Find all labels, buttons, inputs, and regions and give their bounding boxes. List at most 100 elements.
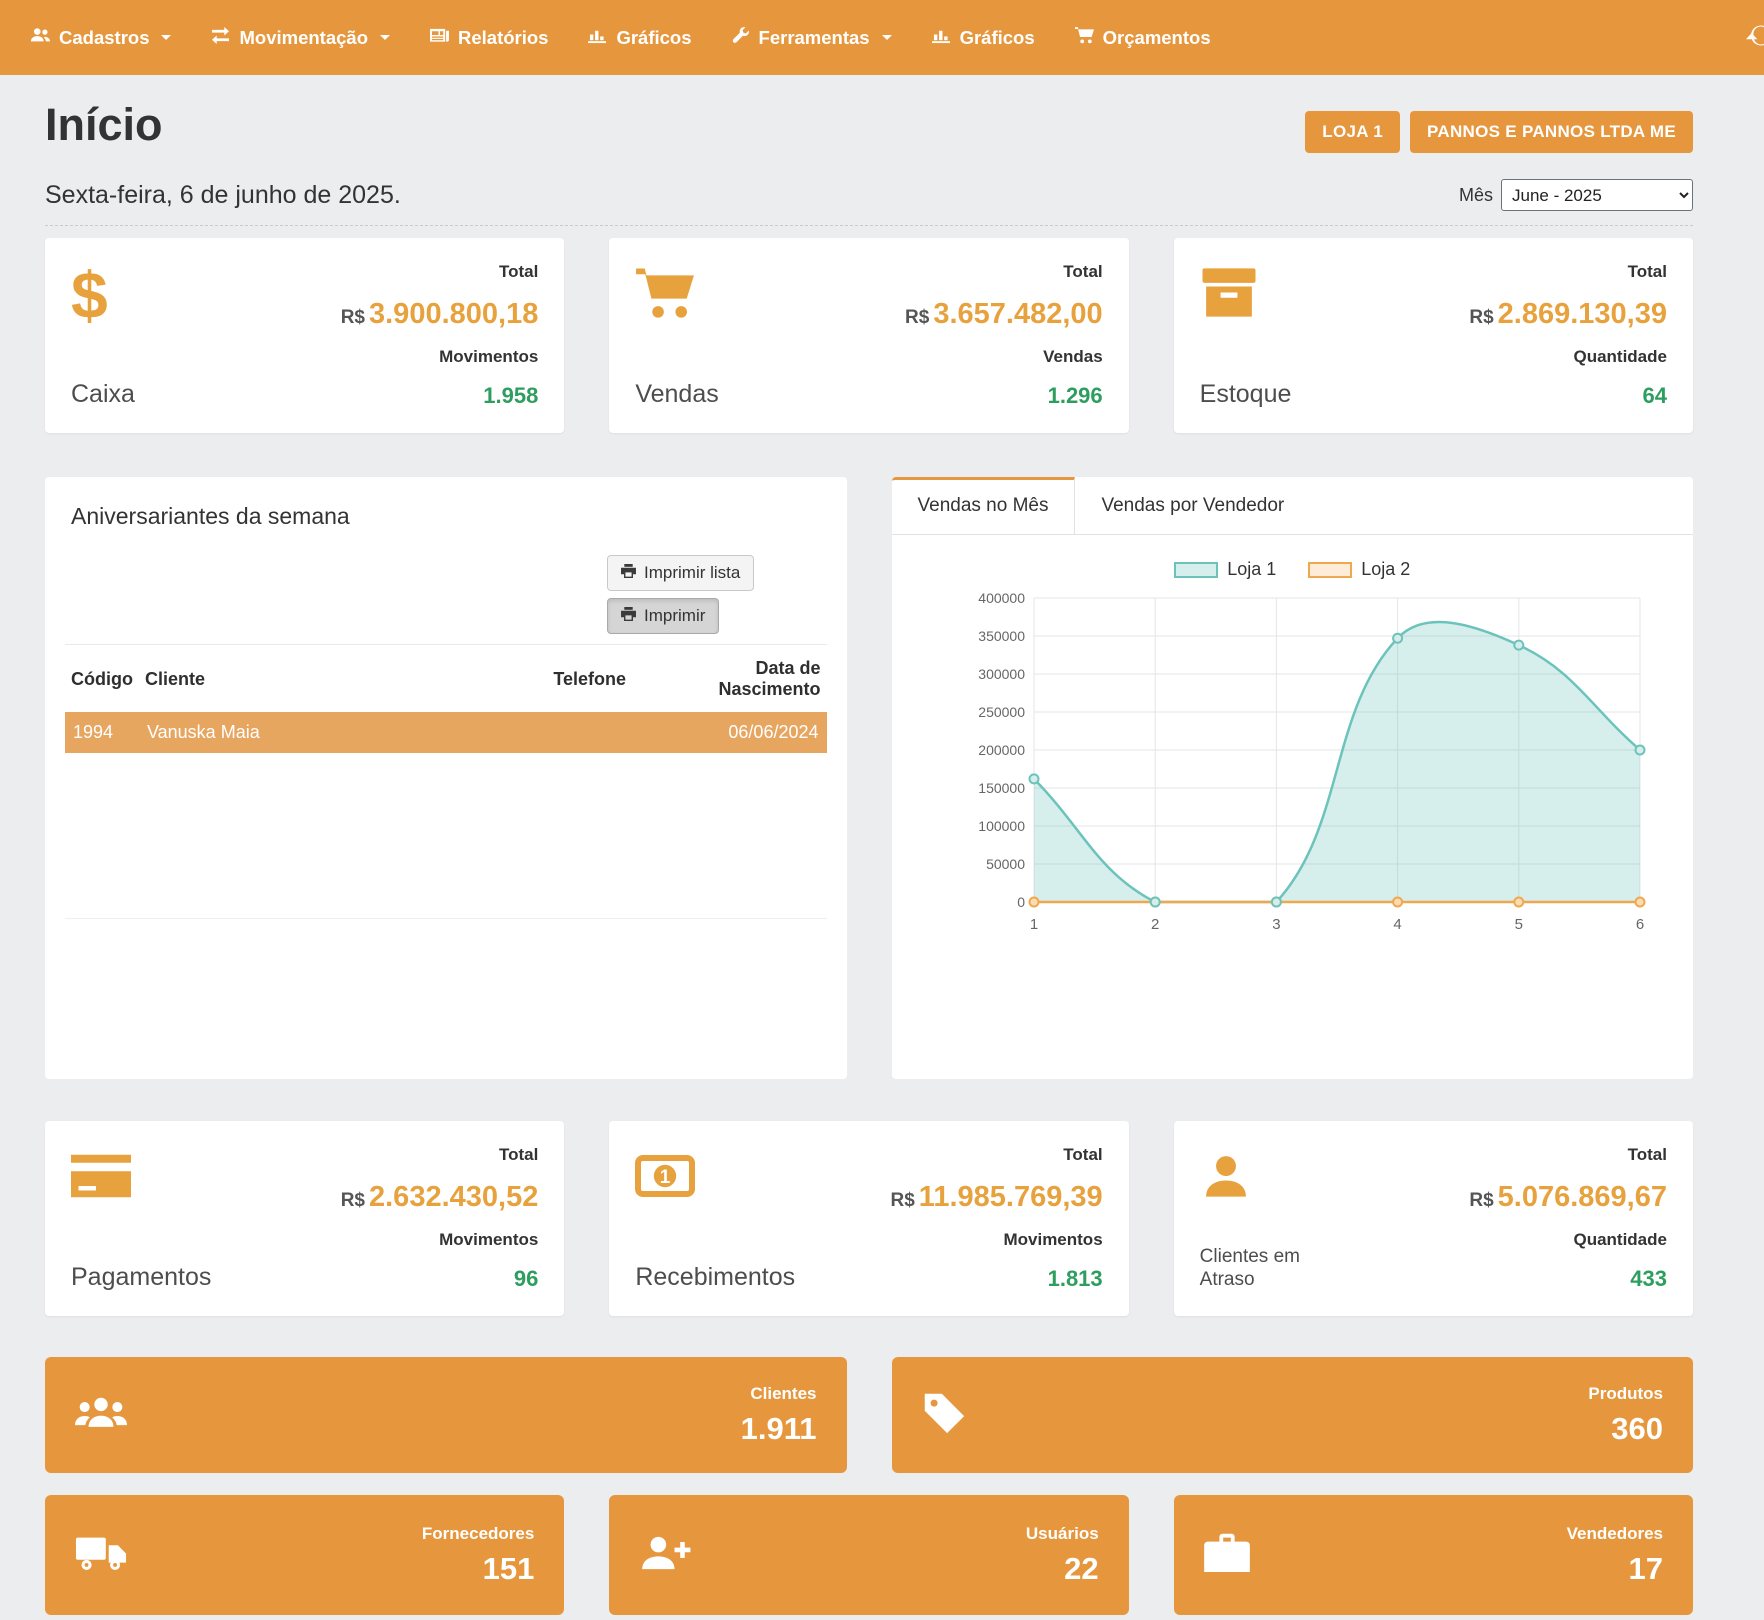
tag-icon: [922, 1391, 966, 1440]
count-label: Quantidade: [1573, 1230, 1667, 1250]
stat-card-name: Pagamentos: [71, 1263, 211, 1292]
svg-text:250000: 250000: [979, 704, 1026, 720]
print-list-button[interactable]: Imprimir lista: [607, 555, 754, 591]
birthdays-panel: Aniversariantes da semana Imprimir lista…: [45, 477, 847, 1079]
banner-value: 17: [1629, 1551, 1663, 1587]
total-label: Total: [1628, 1145, 1667, 1165]
archive-icon: [1200, 266, 1258, 324]
month-select[interactable]: June - 2025: [1501, 179, 1693, 211]
printer-icon: [621, 563, 636, 583]
total-label: Total: [1063, 262, 1102, 282]
chart-legend: Loja 1 Loja 2: [1174, 559, 1410, 580]
stat-card-vendas: Vendas Total R$3.657.482,00 Vendas 1.296: [609, 238, 1128, 433]
chevron-down-icon: [380, 35, 390, 40]
stat-card-caixa: $ Caixa Total R$3.900.800,18 Movimentos …: [45, 238, 564, 433]
nav-item-orcamentos[interactable]: Orçamentos: [1075, 26, 1211, 49]
count-label: Vendas: [1043, 347, 1103, 367]
month-label: Mês: [1459, 185, 1493, 206]
print-button[interactable]: Imprimir: [607, 598, 719, 634]
total-value: R$3.657.482,00: [905, 298, 1103, 331]
total-value: R$11.985.769,39: [891, 1181, 1103, 1214]
svg-text:5: 5: [1515, 916, 1523, 933]
tab-vendas-no-mes[interactable]: Vendas no Mês: [892, 477, 1076, 534]
svg-text:200000: 200000: [979, 742, 1026, 758]
chevron-down-icon: [161, 35, 171, 40]
users-icon: [30, 26, 50, 49]
count-label: Movimentos: [439, 347, 538, 367]
banner-produtos[interactable]: Produtos 360: [892, 1357, 1694, 1473]
banner-label: Usuários: [1026, 1524, 1099, 1544]
cell-phone: [547, 712, 653, 753]
count-label: Movimentos: [1003, 1230, 1102, 1250]
svg-text:50000: 50000: [986, 856, 1025, 872]
column-header-codigo: Código: [65, 645, 139, 713]
column-header-cliente: Cliente: [139, 645, 547, 713]
nav-item-relatorios[interactable]: Relatórios: [430, 27, 548, 49]
stat-card-pagamentos: Pagamentos Total R$2.632.430,52 Moviment…: [45, 1121, 564, 1316]
nav-item-label: Movimentação: [239, 27, 368, 49]
dollar-icon: $: [71, 262, 108, 328]
svg-text:1: 1: [1030, 916, 1038, 933]
column-header-telefone: Telefone: [547, 645, 653, 713]
banner-vendedores[interactable]: Vendedores 17: [1174, 1495, 1693, 1615]
sales-tabs: Vendas no Mês Vendas por Vendedor: [892, 477, 1694, 535]
company-button[interactable]: PANNOS E PANNOS LTDA ME: [1410, 111, 1693, 153]
banner-fornecedores[interactable]: Fornecedores 151: [45, 1495, 564, 1615]
legend-loja1[interactable]: Loja 1: [1174, 559, 1276, 580]
current-date: Sexta-feira, 6 de junho de 2025.: [45, 181, 401, 210]
svg-text:400000: 400000: [979, 590, 1026, 606]
money-bill-icon: 1: [635, 1155, 695, 1202]
credit-card-icon: [71, 1154, 131, 1203]
banner-value: 1.911: [741, 1411, 817, 1447]
nav-item-cadastros[interactable]: Cadastros: [30, 26, 171, 49]
stat-card-name: Recebimentos: [635, 1263, 795, 1292]
stat-card-recebimentos: 1 Recebimentos Total R$11.985.769,39 Mov…: [609, 1121, 1128, 1316]
banner-clientes[interactable]: Clientes 1.911: [45, 1357, 847, 1473]
total-label: Total: [499, 1145, 538, 1165]
total-value: R$3.900.800,18: [341, 298, 539, 331]
sales-line-chart: 0500001000001500002000002500003000003500…: [934, 582, 1650, 948]
stat-card-estoque: Estoque Total R$2.869.130,39 Quantidade …: [1174, 238, 1693, 433]
wrench-icon: [732, 26, 750, 49]
legend-swatch-loja2: [1308, 562, 1352, 578]
sync-icon[interactable]: [1746, 20, 1764, 55]
legend-label: Loja 1: [1227, 559, 1276, 580]
svg-text:6: 6: [1636, 916, 1644, 933]
nav-item-label: Orçamentos: [1103, 27, 1211, 49]
table-row[interactable]: 1994 Vanuska Maia 06/06/2024: [65, 712, 827, 753]
nav-item-movimentacao[interactable]: Movimentação: [211, 27, 390, 49]
total-label: Total: [1063, 1145, 1102, 1165]
banner-label: Clientes: [750, 1384, 816, 1404]
count-label: Movimentos: [439, 1230, 538, 1250]
cell-client: Vanuska Maia: [139, 712, 547, 753]
svg-text:0: 0: [1017, 894, 1025, 910]
legend-loja2[interactable]: Loja 2: [1308, 559, 1410, 580]
nav-item-graficos-2[interactable]: Gráficos: [932, 27, 1035, 49]
nav-item-label: Ferramentas: [759, 27, 870, 49]
cart-icon: [635, 265, 695, 325]
nav-item-ferramentas[interactable]: Ferramentas: [732, 26, 892, 49]
count-value: 64: [1643, 383, 1667, 409]
tab-vendas-por-vendedor[interactable]: Vendas por Vendedor: [1075, 477, 1310, 534]
date-row: Sexta-feira, 6 de junho de 2025. Mês Jun…: [45, 179, 1693, 226]
exchange-icon: [211, 27, 230, 49]
birthdays-table: Código Cliente Telefone Data de Nascimen…: [65, 644, 827, 753]
banner-value: 151: [483, 1551, 535, 1587]
nav-item-label: Gráficos: [616, 27, 691, 49]
cell-birthdate: 06/06/2024: [653, 712, 826, 753]
total-value: R$2.869.130,39: [1469, 298, 1667, 331]
store-button[interactable]: LOJA 1: [1305, 111, 1400, 153]
count-value: 1.958: [483, 383, 538, 409]
sales-panel: Vendas no Mês Vendas por Vendedor Loja 1…: [892, 477, 1694, 1079]
banner-value: 22: [1064, 1551, 1098, 1587]
birthdays-title: Aniversariantes da semana: [71, 503, 827, 530]
banner-usuarios[interactable]: Usuários 22: [609, 1495, 1128, 1615]
nav-item-graficos-1[interactable]: Gráficos: [588, 27, 691, 49]
bar-chart-icon: [588, 27, 607, 49]
top-navbar: Cadastros Movimentação Relatórios Gráfic…: [0, 0, 1764, 75]
user-plus-icon: [639, 1534, 691, 1577]
stat-card-name: Vendas: [635, 380, 718, 409]
svg-text:100000: 100000: [979, 818, 1026, 834]
page-header: Início LOJA 1 PANNOS E PANNOS LTDA ME: [45, 99, 1693, 153]
legend-swatch-loja1: [1174, 562, 1218, 578]
